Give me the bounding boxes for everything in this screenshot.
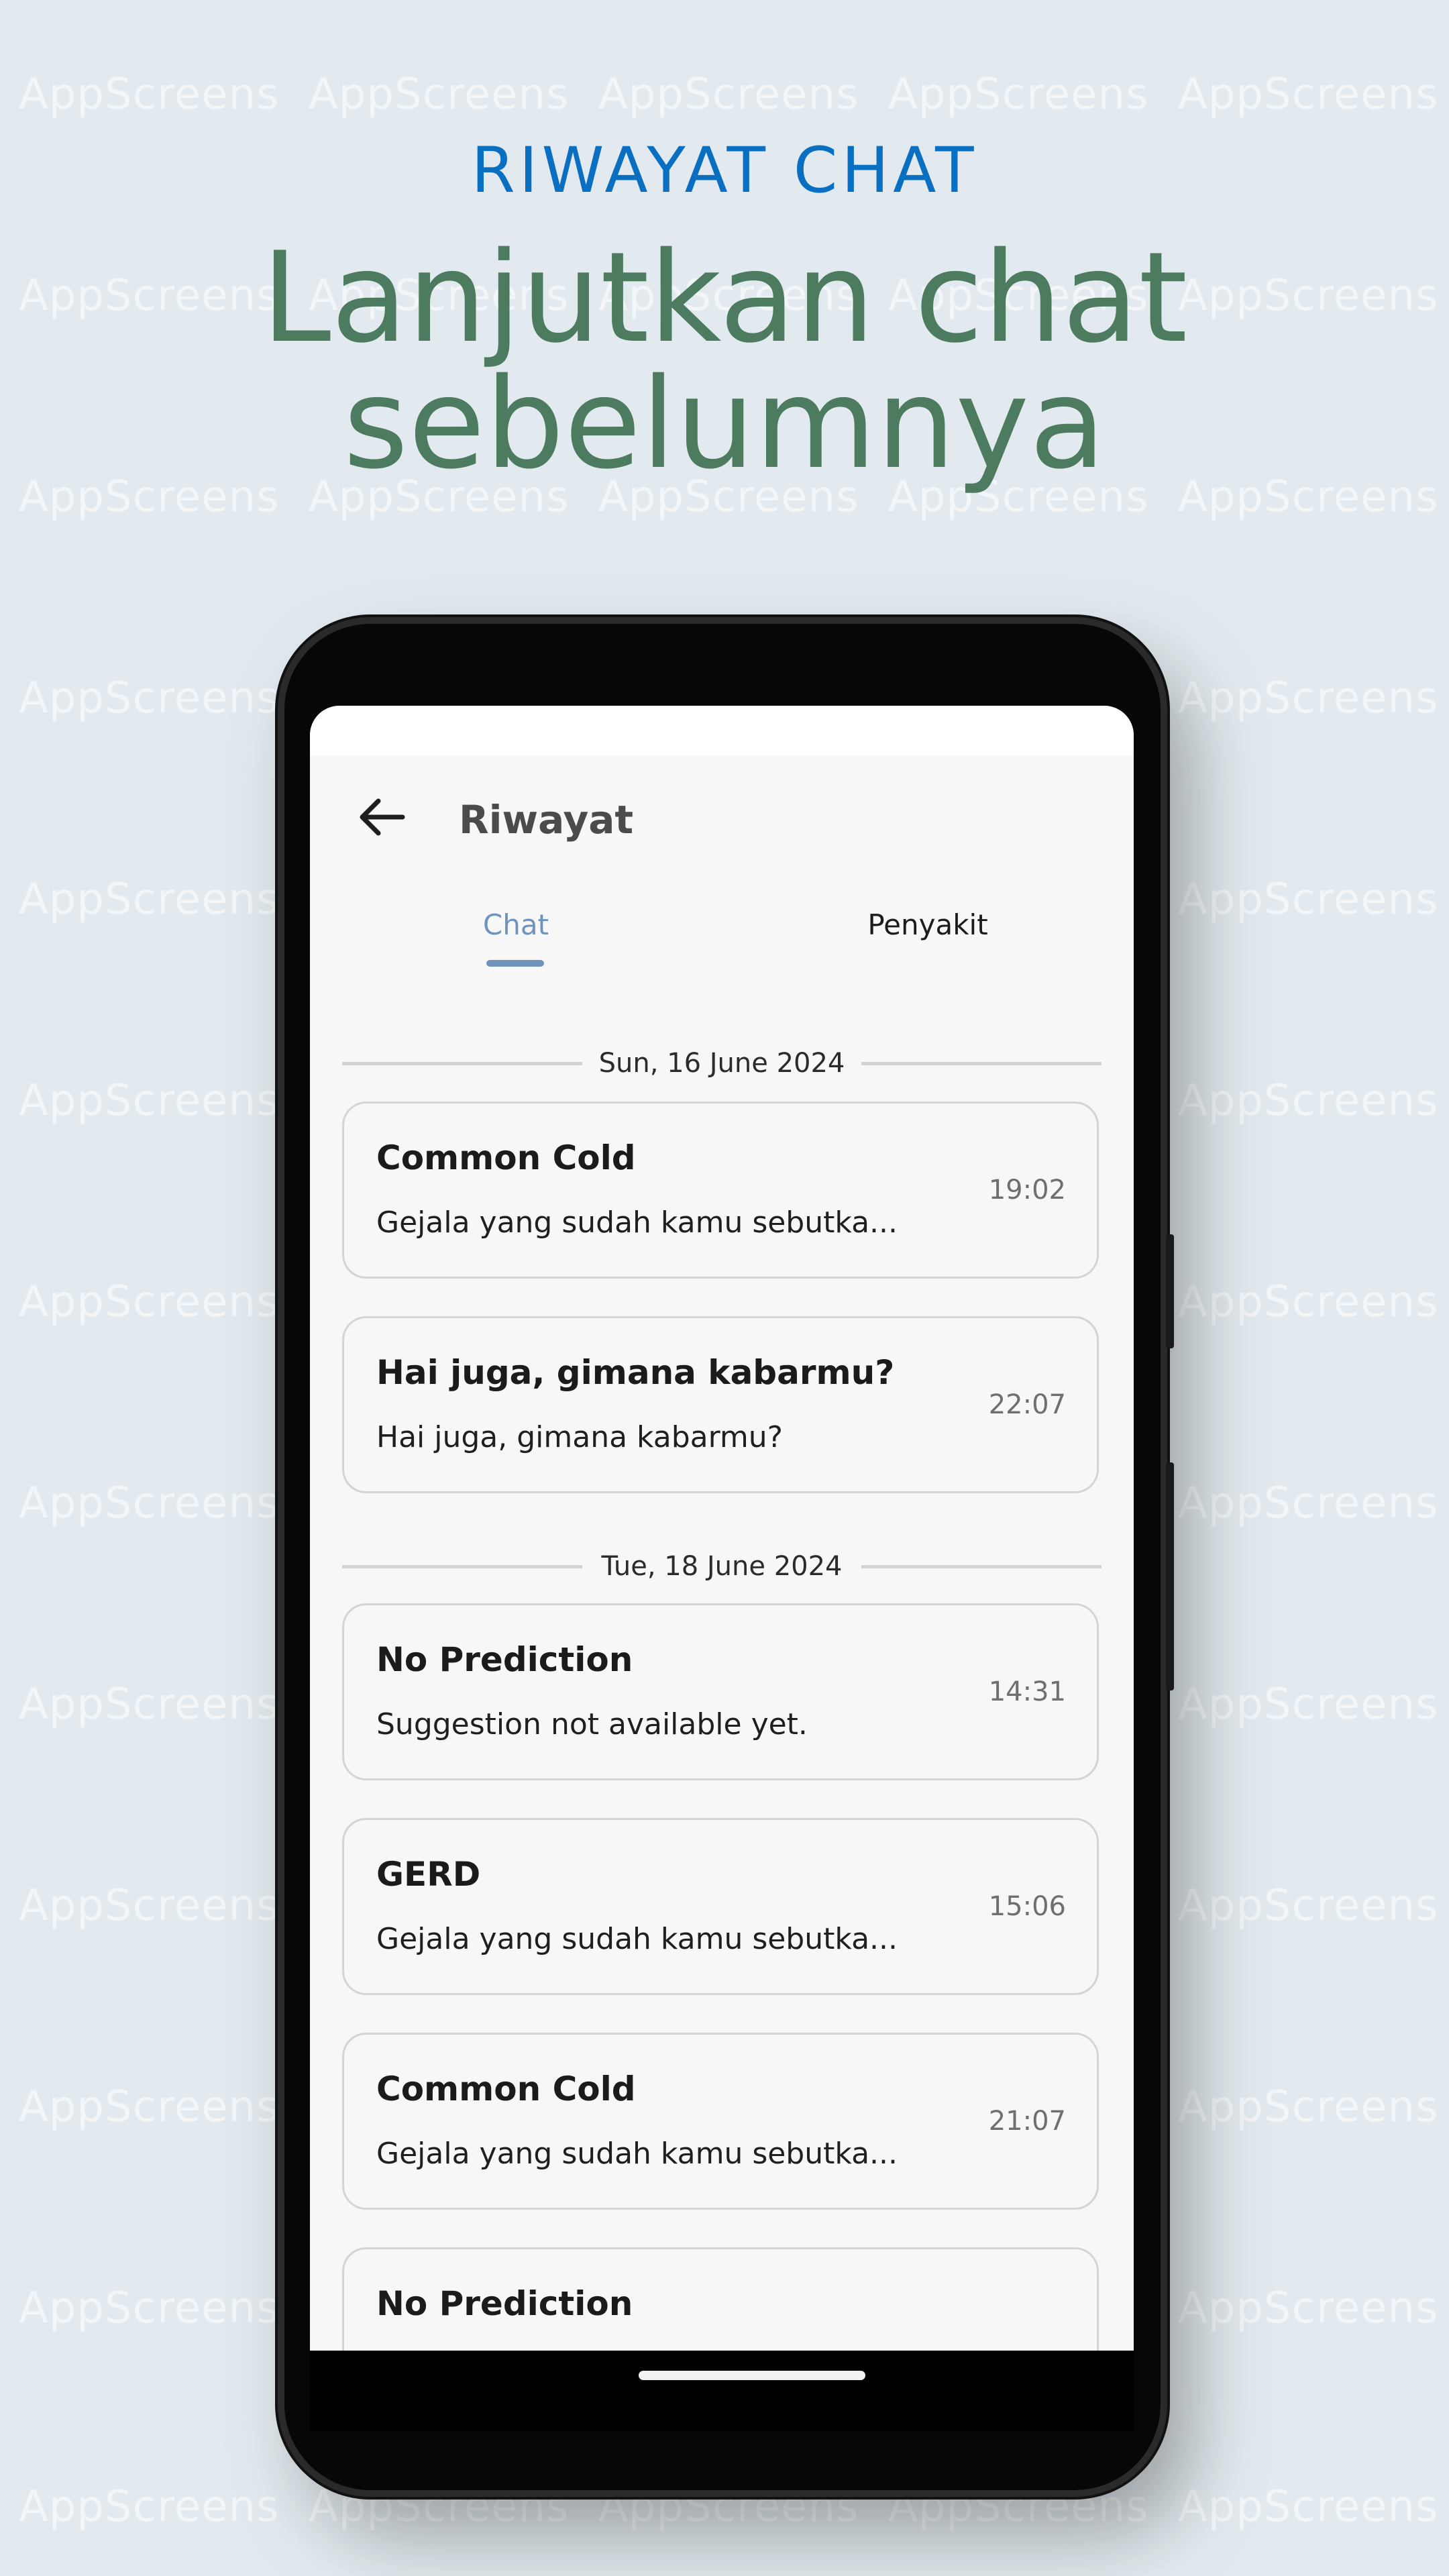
chat-history-item[interactable]: GERD Gejala yang sudah kamu sebutka... 1… (342, 1818, 1099, 1995)
feature-title: Lanjutkan chat sebelumnya (0, 235, 1449, 487)
watermark-text: AppScreens (19, 1680, 280, 1729)
chat-item-snippet: Gejala yang sudah kamu sebutka... (376, 1922, 898, 1956)
chat-item-title: GERD (376, 1855, 481, 1894)
chat-item-snippet: Gejala yang sudah kamu sebutka... (376, 2137, 898, 2171)
watermark-text: AppScreens (1178, 1479, 1439, 1528)
watermark-text: AppScreens (1178, 1277, 1439, 1327)
watermark-text: AppScreens (19, 2284, 280, 2333)
separator-line (342, 1062, 582, 1065)
system-nav-bar (310, 2351, 1134, 2431)
back-button[interactable] (356, 790, 409, 844)
watermark-text: AppScreens (19, 674, 280, 723)
watermark-text: AppScreens (1178, 1076, 1439, 1126)
date-label: Sun, 16 June 2024 (598, 1048, 845, 1079)
watermark-text: AppScreens (19, 1881, 280, 1931)
chat-item-snippet: Hai juga, gimana kabarmu? (376, 1420, 784, 1454)
tab-penyakit[interactable]: Penyakit (722, 876, 1134, 970)
tab-chat[interactable]: Chat (310, 876, 722, 970)
watermark-text: AppScreens (19, 875, 280, 924)
chat-history-item[interactable]: Hai juga, gimana kabarmu? Hai juga, gima… (342, 1316, 1099, 1493)
tab-bar: Chat Penyakit (310, 876, 1134, 970)
chat-item-title: Hai juga, gimana kabarmu? (376, 1353, 895, 1392)
watermark-text: AppScreens (1178, 2082, 1439, 2132)
home-indicator[interactable] (639, 2371, 865, 2380)
chat-item-time: 22:07 (988, 1389, 1066, 1420)
watermark-text: AppScreens (1178, 2284, 1439, 2333)
chat-item-snippet: Suggestion not available yet. (376, 1707, 808, 1741)
status-bar (310, 706, 1134, 755)
watermark-text: AppScreens (598, 70, 859, 119)
chat-item-time: 21:07 (988, 2106, 1066, 2137)
chat-item-time: 15:06 (988, 1891, 1066, 1922)
chat-item-title: Common Cold (376, 1138, 636, 1177)
phone-frame: Riwayat Chat Penyakit Sun, 16 June 2024 … (284, 624, 1174, 2490)
chat-item-title: No Prediction (376, 1640, 633, 1679)
page-title: Riwayat (459, 797, 634, 843)
tab-chat-label: Chat (482, 908, 549, 941)
chat-item-title: No Prediction (376, 2284, 633, 2323)
chat-item-title: Common Cold (376, 2070, 636, 2108)
chat-history-item[interactable]: No Prediction Suggestion not available y… (342, 1603, 1099, 1780)
watermark-text: AppScreens (888, 70, 1149, 119)
separator-line (861, 1565, 1102, 1568)
chat-item-time: 19:02 (988, 1175, 1066, 1205)
watermark-text: AppScreens (1178, 674, 1439, 723)
watermark-text: AppScreens (309, 70, 570, 119)
tab-active-indicator (486, 960, 544, 967)
feature-title-line-2: sebelumnya (343, 351, 1106, 496)
chat-item-snippet: Gejala yang sudah kamu sebutka... (376, 1205, 898, 1240)
feature-title-line-1: Lanjutkan chat (261, 225, 1188, 370)
watermark-text: AppScreens (1178, 70, 1439, 119)
watermark-text: AppScreens (19, 1076, 280, 1126)
separator-line (342, 1565, 582, 1568)
chat-history-item[interactable]: Common Cold Gejala yang sudah kamu sebut… (342, 2033, 1099, 2210)
watermark-text: AppScreens (19, 1277, 280, 1327)
feature-eyebrow: RIWAYAT CHAT (471, 134, 978, 207)
watermark-text: AppScreens (19, 2082, 280, 2132)
chat-history-item[interactable]: No Prediction (342, 2247, 1099, 2351)
watermark-text: AppScreens (1178, 2482, 1439, 2532)
arrow-left-icon (360, 798, 405, 836)
tab-penyakit-label: Penyakit (867, 908, 988, 941)
watermark-text: AppScreens (1178, 875, 1439, 924)
app-screen: Riwayat Chat Penyakit Sun, 16 June 2024 … (310, 706, 1134, 2351)
watermark-text: AppScreens (19, 2482, 280, 2532)
date-separator: Tue, 18 June 2024 (342, 1546, 1102, 1586)
date-separator: Sun, 16 June 2024 (342, 1042, 1102, 1083)
watermark-text: AppScreens (1178, 1881, 1439, 1931)
chat-history-item[interactable]: Common Cold Gejala yang sudah kamu sebut… (342, 1102, 1099, 1279)
watermark-text: AppScreens (1178, 1680, 1439, 1729)
date-label: Tue, 18 June 2024 (601, 1551, 843, 1582)
volume-button (1166, 1234, 1174, 1348)
chat-item-time: 14:31 (988, 1676, 1066, 1707)
watermark-text: AppScreens (19, 70, 280, 119)
watermark-text: AppScreens (19, 1479, 280, 1528)
app-bar: Riwayat (310, 755, 1134, 876)
separator-line (861, 1062, 1102, 1065)
power-button (1166, 1462, 1174, 1690)
